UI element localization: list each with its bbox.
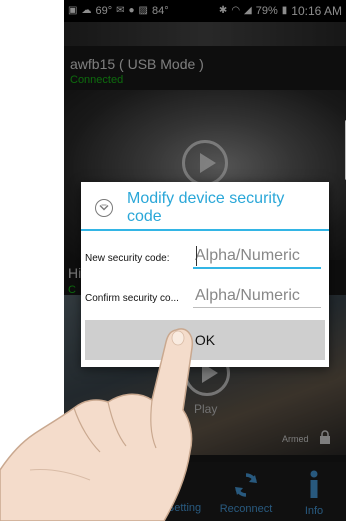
dialog-divider: [81, 229, 329, 231]
confirm-code-underline: [193, 307, 321, 308]
confirm-code-input[interactable]: [193, 284, 321, 308]
dialog-title: Modify device security code: [127, 190, 285, 225]
confirm-code-label: Confirm security co...: [85, 293, 179, 304]
phone-screen: ▣ ☁ 69° ✉ ● ▨ 84° ✱ ◠ ◢ 79% ▮ 10:16 AM a…: [64, 0, 346, 521]
ok-button[interactable]: OK: [85, 320, 325, 360]
dialog-chevron-icon: [95, 199, 113, 217]
dialog-header: Modify device security code: [81, 182, 329, 228]
security-code-dialog: Modify device security code New security…: [81, 182, 329, 367]
new-code-input[interactable]: [193, 244, 321, 268]
text-cursor: [196, 246, 197, 266]
new-code-underline: [193, 267, 321, 269]
new-code-label: New security code:: [85, 253, 170, 264]
scroll-indicator: [345, 120, 346, 180]
